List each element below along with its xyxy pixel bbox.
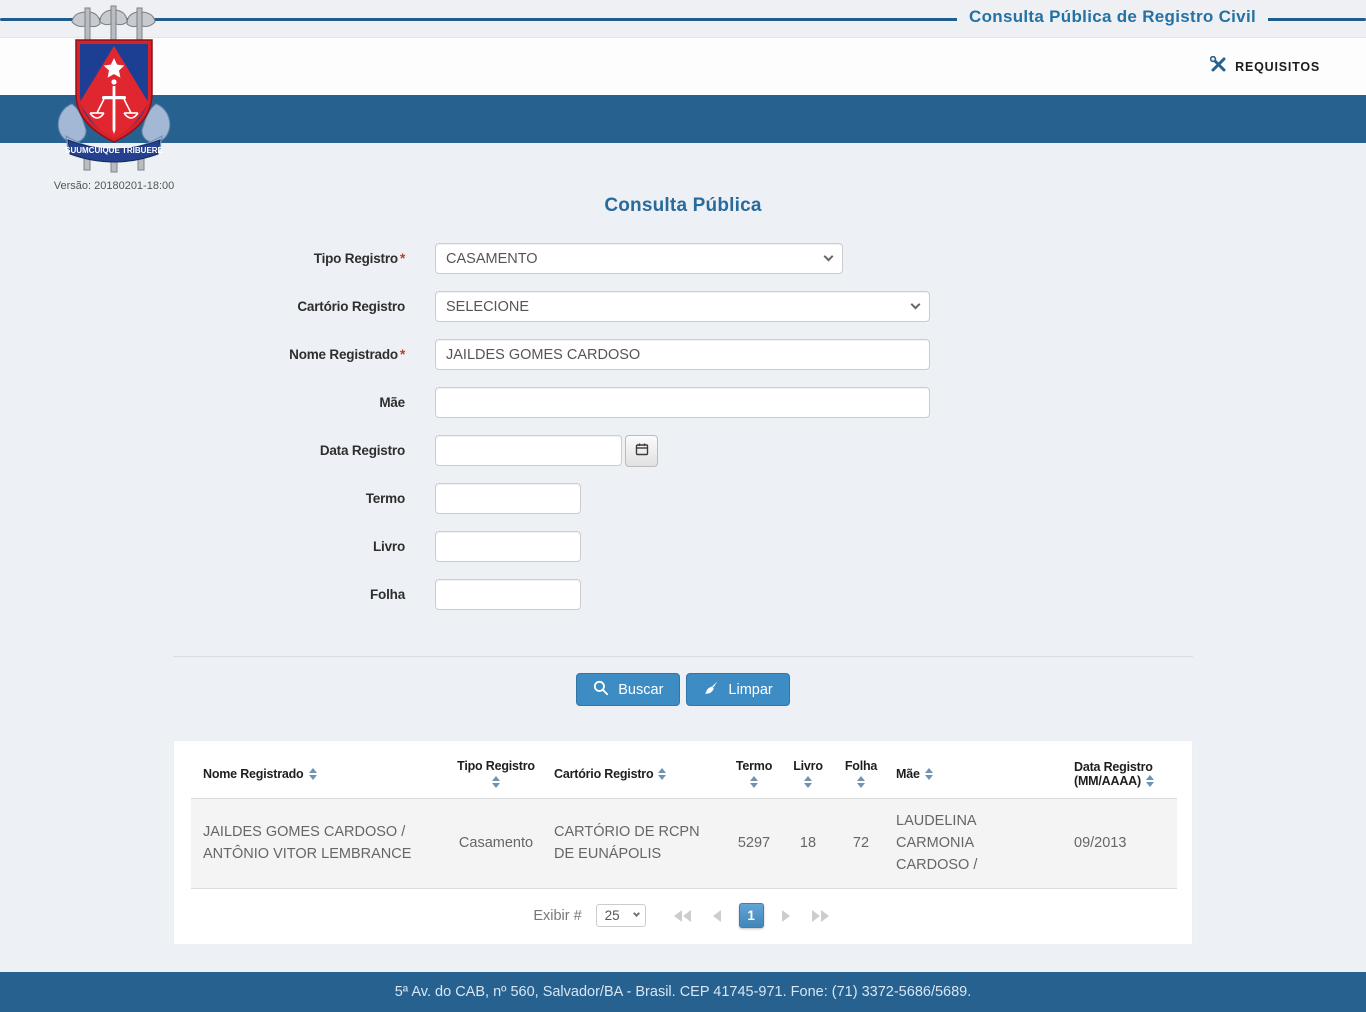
form-row-cartorio-registro: Cartório Registro SELECIONE	[173, 291, 1193, 322]
next-page-icon[interactable]	[778, 906, 794, 926]
col-header-cartorio-registro[interactable]: Cartório Registro	[546, 749, 726, 799]
header-band	[0, 95, 1366, 143]
sort-icon	[924, 768, 933, 781]
search-icon	[593, 680, 609, 700]
coat-of-arms-logo: SUUMCUIQUE TRIBUERE Versão: 20180201-18:…	[52, 4, 176, 192]
requisitos-link[interactable]: REQUISITOS	[1209, 55, 1320, 78]
prev-page-icon[interactable]	[709, 906, 725, 926]
form-row-mae: Mãe	[173, 387, 1193, 418]
footer-address: 5ª Av. do CAB, nº 560, Salvador/BA - Bra…	[394, 984, 972, 1000]
current-page-button[interactable]: 1	[738, 903, 764, 929]
nome-registrado-label: Nome Registrado *	[289, 347, 405, 362]
col-header-nome-registrado[interactable]: Nome Registrado	[191, 749, 446, 799]
first-page-icon[interactable]	[670, 906, 695, 926]
version-text: Versão: 20180201-18:00	[53, 180, 175, 192]
main-content: Consulta Pública Tipo Registro * CASAMENT…	[173, 195, 1193, 946]
buscar-label: Buscar	[618, 681, 664, 698]
sort-icon	[857, 776, 865, 788]
top-bar: Consulta Pública de Registro Civil	[0, 0, 1366, 38]
required-asterisk: *	[399, 251, 405, 266]
page-size-select[interactable]: 25	[595, 904, 646, 928]
termo-label: Termo	[365, 491, 405, 506]
app-title: Consulta Pública de Registro Civil	[957, 7, 1268, 27]
exibir-label: Exibir #	[533, 907, 582, 924]
limpar-label: Limpar	[728, 681, 773, 698]
footer: 5ª Av. do CAB, nº 560, Salvador/BA - Bra…	[0, 972, 1366, 1012]
table-header-row: Nome Registrado Tipo Registro Cartório R…	[191, 749, 1177, 799]
requisitos-label: REQUISITOS	[1235, 59, 1320, 74]
sort-icon	[804, 776, 812, 788]
form-divider	[173, 656, 1193, 657]
tjba-crest: SUUMCUIQUE TRIBUERE	[57, 5, 171, 173]
form-row-data-registro: Data Registro	[173, 434, 1193, 467]
sort-icon	[492, 776, 500, 788]
cell-folha: 72	[852, 834, 870, 851]
tipo-registro-select[interactable]: CASAMENTO	[435, 243, 843, 274]
calendar-icon	[635, 442, 649, 459]
broom-icon	[703, 680, 719, 700]
cell-tipo-registro: Casamento	[458, 834, 534, 851]
menu-bar: REQUISITOS	[0, 38, 1366, 95]
col-header-termo[interactable]: Termo	[726, 749, 782, 799]
livro-input[interactable]	[435, 531, 581, 562]
results-panel: Nome Registrado Tipo Registro Cartório R…	[173, 740, 1193, 946]
mae-label: Mãe	[379, 395, 405, 410]
livro-label: Livro	[372, 539, 405, 554]
form-row-tipo-registro: Tipo Registro * CASAMENTO	[173, 243, 1193, 274]
cell-mae: LAUDELINA CARMONIA CARDOSO /	[896, 813, 978, 873]
folha-input[interactable]	[435, 579, 581, 610]
tools-icon	[1209, 55, 1227, 78]
tipo-registro-label: Tipo Registro *	[313, 251, 405, 266]
col-header-livro[interactable]: Livro	[782, 749, 834, 799]
form-row-termo: Termo	[173, 483, 1193, 514]
col-header-data-registro[interactable]: Data Registro (MM/AAAA)	[1066, 749, 1177, 799]
data-registro-label: Data Registro	[319, 443, 405, 458]
last-page-icon[interactable]	[808, 906, 833, 926]
logo-motto-text: SUUMCUIQUE TRIBUERE	[65, 146, 163, 155]
form-row-folha: Folha	[173, 579, 1193, 610]
form-buttons: Buscar Limpar	[173, 673, 1193, 706]
results-table: Nome Registrado Tipo Registro Cartório R…	[191, 749, 1177, 889]
nome-registrado-input[interactable]	[435, 339, 930, 370]
folha-label: Folha	[370, 587, 405, 602]
cell-livro: 18	[799, 834, 817, 851]
calendar-button[interactable]	[625, 434, 658, 467]
required-asterisk: *	[399, 347, 405, 362]
termo-input[interactable]	[435, 483, 581, 514]
cartorio-registro-select[interactable]: SELECIONE	[435, 291, 930, 322]
page-title: Consulta Pública	[604, 195, 762, 216]
sort-icon	[308, 768, 317, 781]
buscar-button[interactable]: Buscar	[576, 673, 681, 706]
cell-cartorio-registro: CARTÓRIO DE RCPN DE EUNÁPOLIS	[554, 823, 700, 862]
cell-termo: 5297	[737, 834, 771, 851]
table-row[interactable]: JAILDES GOMES CARDOSO / ANTÔNIO VITOR LE…	[191, 798, 1177, 889]
cell-nome-registrado: JAILDES GOMES CARDOSO / ANTÔNIO VITOR LE…	[203, 823, 412, 862]
col-header-tipo-registro[interactable]: Tipo Registro	[446, 749, 546, 799]
col-header-mae[interactable]: Mãe	[888, 749, 1066, 799]
cartorio-registro-label: Cartório Registro	[297, 299, 405, 314]
form-row-nome-registrado: Nome Registrado *	[173, 339, 1193, 370]
sort-icon	[1145, 775, 1154, 788]
data-registro-input[interactable]	[435, 435, 622, 466]
pagination: Exibir # 25 1	[191, 903, 1175, 929]
consulta-form: Tipo Registro * CASAMENTO Cartório Regist…	[173, 243, 1193, 706]
limpar-button[interactable]: Limpar	[686, 673, 790, 706]
col-header-folha[interactable]: Folha	[834, 749, 888, 799]
cell-data-registro: 09/2013	[1074, 834, 1127, 851]
mae-input[interactable]	[435, 387, 930, 418]
sort-icon	[750, 776, 758, 788]
sort-icon	[658, 768, 667, 781]
form-row-livro: Livro	[173, 531, 1193, 562]
